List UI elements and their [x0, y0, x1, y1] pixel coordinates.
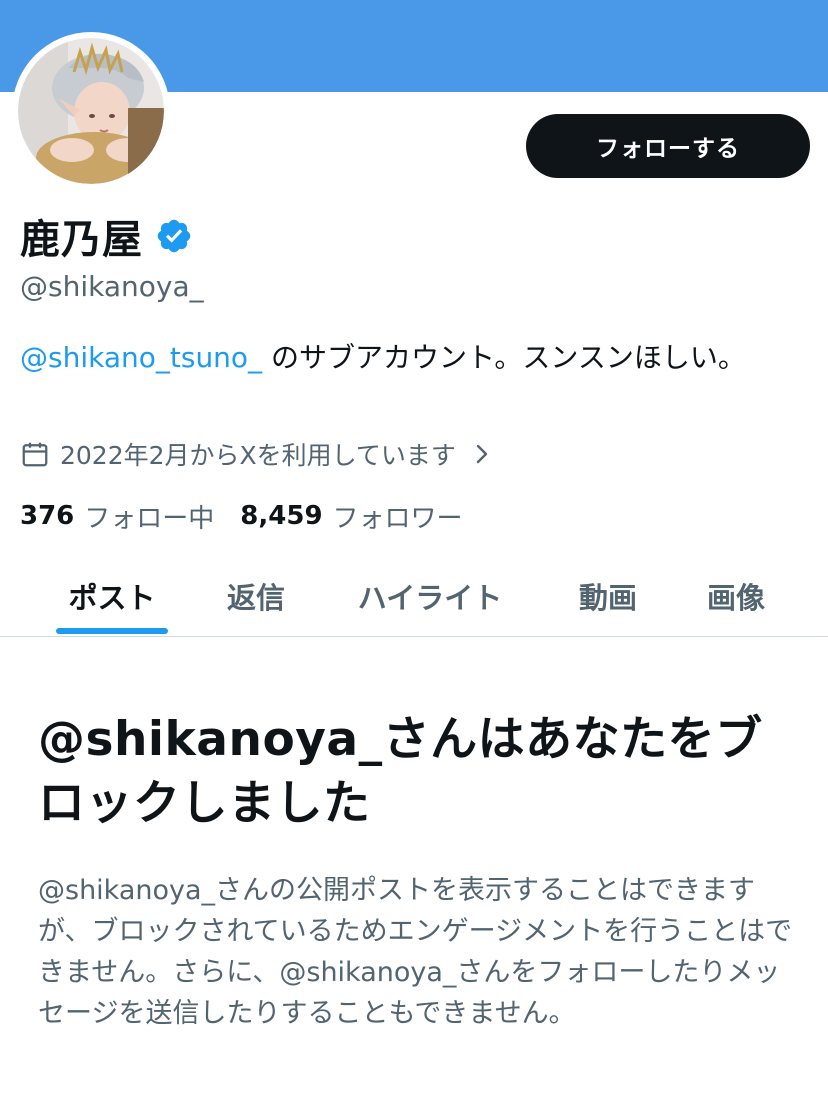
joined-date-text: 2022年2月からXを利用しています	[60, 441, 456, 470]
profile-tabs: ポスト 返信 ハイライト 動画 画像	[0, 556, 828, 637]
profile-bio: @shikano_tsuno_ のサブアカウント。スンスンほしい。	[20, 334, 800, 382]
active-tab-indicator	[56, 628, 168, 634]
avatar-image	[18, 38, 164, 184]
blocked-notice-title: @shikanoya_さんはあなたをブロックしました	[38, 712, 763, 831]
tab-videos[interactable]: 動画	[548, 556, 668, 635]
joined-date-row[interactable]: 2022年2月からXを利用しています	[20, 434, 492, 474]
calendar-icon	[22, 442, 48, 467]
followers-stat[interactable]: 8,459 フォロワー	[240, 498, 462, 535]
follow-button[interactable]: フォローする	[526, 114, 810, 178]
tab-replies[interactable]: 返信	[196, 556, 316, 635]
tab-images[interactable]: 画像	[676, 556, 796, 635]
bio-text: のサブアカウント。スンスンほしい。	[262, 341, 746, 374]
verified-badge-icon[interactable]	[155, 217, 193, 255]
follow-stats: 376 フォロー中 8,459 フォロワー	[20, 496, 489, 536]
bio-mention-link[interactable]: @shikano_tsuno_	[20, 341, 262, 374]
profile-handle: @shikanoya_	[20, 270, 204, 303]
following-label: フォロー中	[84, 503, 215, 534]
avatar[interactable]	[12, 32, 170, 190]
following-count: 376	[20, 501, 75, 531]
display-name: 鹿乃屋	[20, 217, 143, 263]
followers-label: フォロワー	[332, 503, 463, 534]
tab-posts[interactable]: ポスト	[28, 556, 196, 635]
following-stat[interactable]: 376 フォロー中	[20, 498, 214, 535]
tab-highlights[interactable]: ハイライト	[330, 556, 530, 635]
blocked-notice-description: @shikanoya_さんの公開ポストを表示することはできますが、ブロックされて…	[38, 875, 793, 1029]
followers-count: 8,459	[240, 501, 323, 531]
display-name-row: 鹿乃屋	[20, 206, 193, 266]
chevron-right-icon	[476, 444, 488, 464]
